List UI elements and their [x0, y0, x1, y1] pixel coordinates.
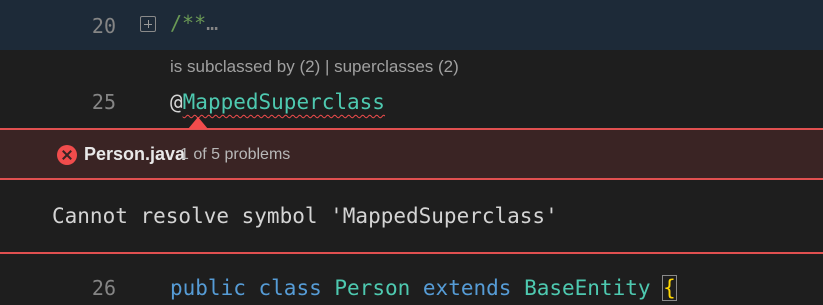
line-number: 26: [91, 276, 116, 300]
line-number: 25: [91, 90, 116, 114]
folded-comment[interactable]: /**…: [170, 11, 218, 35]
annotation-name-error[interactable]: MappedSuperclass: [183, 90, 385, 114]
problem-peek-header: Person.java 1 of 5 problems: [0, 128, 823, 180]
comment-text: /**: [170, 11, 207, 35]
code-line-20[interactable]: 20 /**…: [0, 0, 823, 50]
problem-message: Cannot resolve symbol 'MappedSuperclass': [52, 204, 558, 228]
error-pointer: [188, 117, 208, 129]
problem-file-name[interactable]: Person.java: [84, 144, 185, 165]
error-icon: [57, 145, 77, 165]
keyword-class: class: [258, 276, 322, 300]
code-line-25[interactable]: 25 @MappedSuperclass: [0, 84, 823, 124]
problem-count: 1 of 5 problems: [180, 146, 291, 163]
base-class-name: BaseEntity: [524, 276, 651, 300]
open-brace: {: [662, 275, 677, 301]
expand-fold-icon[interactable]: [140, 16, 156, 32]
line-number: 20: [91, 14, 116, 38]
annotation-at: @: [170, 90, 183, 114]
problem-peek-body: Cannot resolve symbol 'MappedSuperclass': [0, 180, 823, 254]
code-line-26[interactable]: 26 public class Person extends BaseEntit…: [0, 268, 823, 305]
codelens-hint[interactable]: is subclassed by (2) | superclasses (2): [170, 57, 459, 77]
class-name: Person: [334, 276, 411, 300]
problem-peek-divider: [0, 252, 823, 254]
code-editor[interactable]: 20 /**… is subclassed by (2) | superclas…: [0, 0, 823, 305]
code-text: public class Person extends BaseEntity {: [170, 275, 677, 301]
keyword-extends: extends: [422, 276, 512, 300]
annotation: @MappedSuperclass: [170, 90, 385, 114]
fold-ellipsis[interactable]: …: [206, 11, 218, 35]
keyword-public: public: [170, 276, 246, 300]
